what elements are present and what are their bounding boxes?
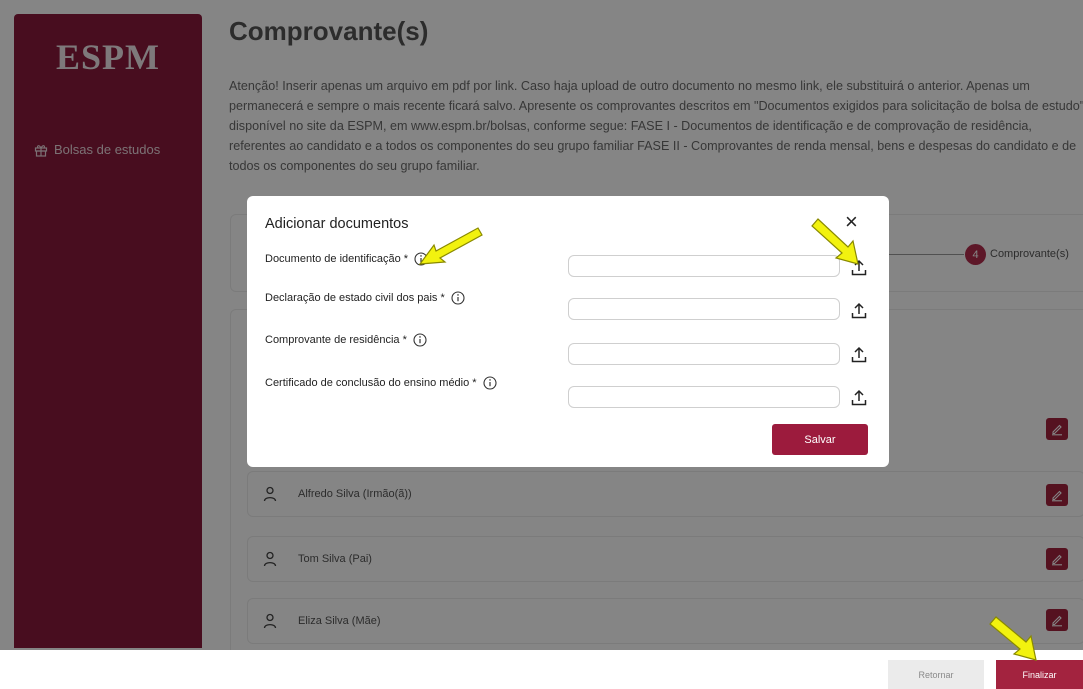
- info-icon[interactable]: [483, 376, 497, 390]
- info-icon[interactable]: [413, 333, 427, 347]
- field-label-text: Declaração de estado civil dos pais *: [265, 292, 445, 304]
- add-documents-modal: Adicionar documentos × Documento de iden…: [247, 196, 889, 467]
- modal-title: Adicionar documentos: [265, 216, 409, 232]
- info-icon[interactable]: [451, 291, 465, 305]
- certificado-ensino-medio-input[interactable]: [568, 386, 840, 408]
- highlight-arrow-icon: [989, 616, 1037, 661]
- comprovante-residencia-input[interactable]: [568, 343, 840, 365]
- field-label-ensino-medio: Certificado de conclusão do ensino médio…: [265, 376, 497, 390]
- finish-button[interactable]: Finalizar: [996, 660, 1083, 689]
- declaracao-estado-civil-input[interactable]: [568, 298, 840, 320]
- highlight-arrow-icon: [418, 227, 483, 265]
- field-label-text: Documento de identificação *: [265, 253, 409, 265]
- highlight-arrow-icon: [811, 218, 859, 265]
- field-label-estado-civil: Declaração de estado civil dos pais *: [265, 291, 465, 305]
- upload-icon[interactable]: [850, 389, 868, 407]
- upload-icon[interactable]: [850, 346, 868, 364]
- field-label-residencia: Comprovante de residência *: [265, 333, 427, 347]
- field-label-identificacao: Documento de identificação *: [265, 252, 428, 266]
- back-button[interactable]: Retornar: [888, 660, 984, 689]
- field-label-text: Comprovante de residência *: [265, 334, 407, 346]
- document-identificacao-input[interactable]: [568, 255, 840, 277]
- upload-icon[interactable]: [850, 302, 868, 320]
- save-button[interactable]: Salvar: [772, 424, 868, 455]
- field-label-text: Certificado de conclusão do ensino médio…: [265, 377, 477, 389]
